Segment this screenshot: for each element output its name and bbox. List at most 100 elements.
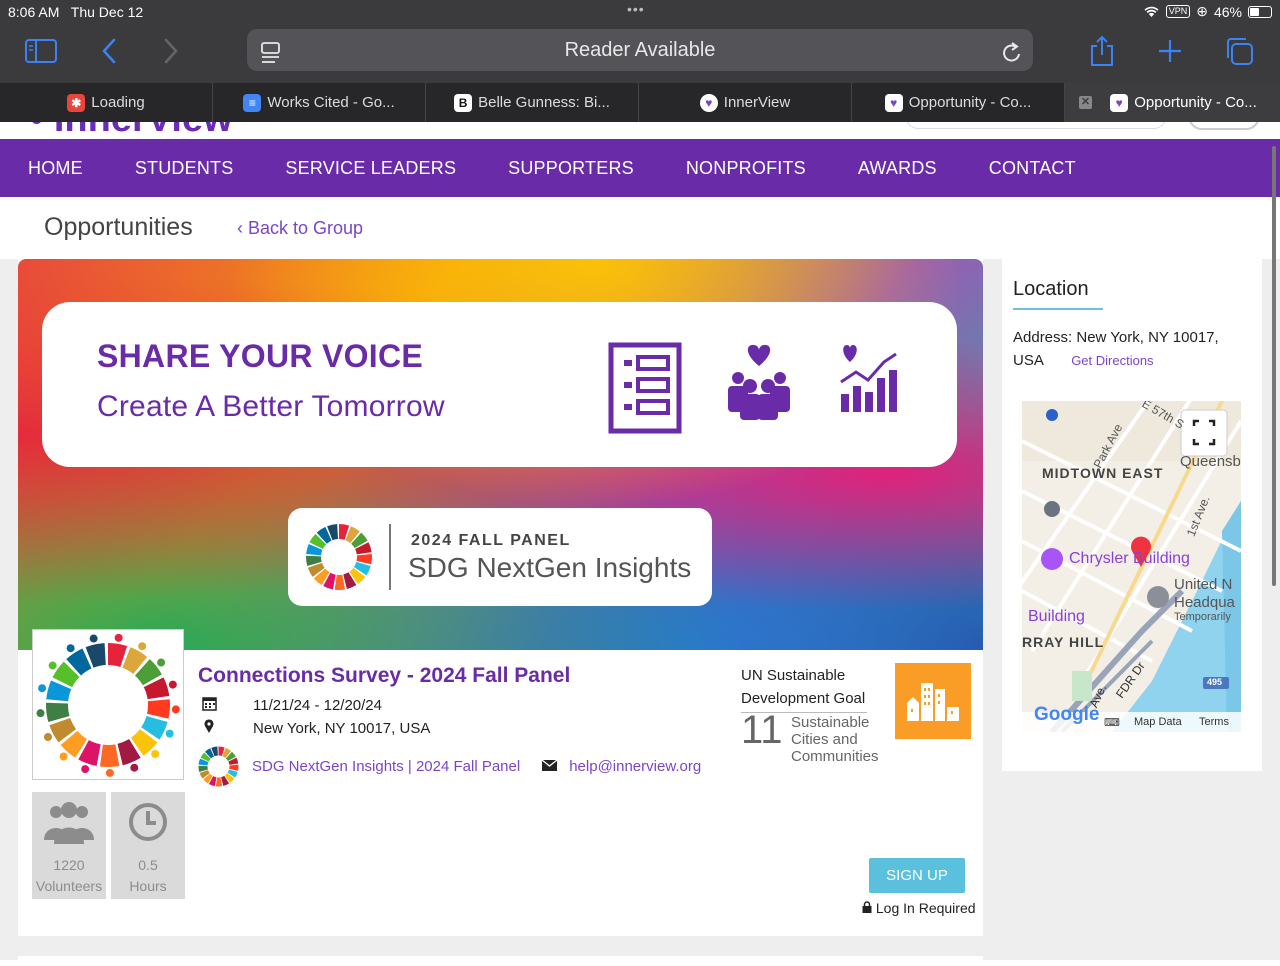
page-title: Opportunities bbox=[44, 213, 193, 241]
innerview-icon: ♥ bbox=[1110, 93, 1129, 112]
sign-up-button[interactable]: SIGN UP bbox=[869, 858, 965, 893]
calendar-icon bbox=[198, 696, 220, 715]
banner-subheadline: Create A Better Tomorrow bbox=[97, 390, 445, 423]
address-bar[interactable]: Reader Available bbox=[247, 29, 1033, 71]
community-heart-icon bbox=[728, 344, 790, 420]
share-icon[interactable] bbox=[1083, 34, 1121, 68]
group-link[interactable]: SDG NextGen Insights | 2024 Fall Panel bbox=[252, 758, 520, 775]
nav-nonprofits[interactable]: NONPROFITS bbox=[686, 158, 806, 179]
map-label: Chrysler Building bbox=[1069, 550, 1190, 567]
innerview-icon: ♥ bbox=[699, 93, 718, 112]
banner-panel-box: 2024 FALL PANEL SDG NextGen Insights bbox=[288, 508, 712, 606]
browser-toolbar: Reader Available bbox=[0, 24, 1280, 83]
pinwheel-icon: ✱ bbox=[67, 93, 86, 112]
tab-overview-icon[interactable] bbox=[1220, 34, 1258, 68]
nav-contact[interactable]: CONTACT bbox=[989, 158, 1076, 179]
tab-label: Works Cited - Go... bbox=[267, 94, 395, 111]
tab-label: Loading bbox=[91, 94, 145, 111]
sdg-wheel-head bbox=[36, 709, 45, 718]
page-scrollbar[interactable] bbox=[1272, 146, 1276, 586]
reader-icon[interactable] bbox=[261, 38, 281, 80]
status-bar: 8:06 AM Thu Dec 12 ••• VPN ⊕ 46% bbox=[0, 0, 1280, 24]
map-label: United N bbox=[1174, 576, 1233, 593]
browser-tab[interactable]: ♥ InnerView bbox=[639, 83, 852, 122]
opportunity-dates: 11/21/24 - 12/20/24 bbox=[198, 696, 382, 715]
innerview-icon: ♥ bbox=[884, 93, 903, 112]
opportunity-location: New York, NY 10017, USA bbox=[198, 719, 430, 737]
docs-icon: ≡ bbox=[243, 93, 262, 112]
location-map[interactable]: Park Ave E 57th S Queensb MIDTOWN EAST 1… bbox=[1022, 401, 1241, 732]
city-buildings-icon bbox=[907, 683, 959, 721]
forward-icon[interactable] bbox=[152, 34, 190, 68]
sdg-name: Sustainable Cities and Communities bbox=[791, 714, 901, 765]
nav-awards[interactable]: AWARDS bbox=[858, 158, 937, 179]
browser-tab-active[interactable]: ✕ ♥ Opportunity - Co... bbox=[1065, 83, 1280, 122]
group-row: SDG NextGen Insights | 2024 Fall Panel h… bbox=[198, 746, 718, 786]
back-icon[interactable] bbox=[90, 34, 128, 68]
sidebar-toggle-icon[interactable] bbox=[22, 34, 60, 68]
new-tab-icon[interactable] bbox=[1151, 34, 1189, 68]
google-logo: Google bbox=[1034, 704, 1100, 725]
volunteers-label: Volunteers bbox=[35, 878, 103, 894]
reload-icon[interactable] bbox=[1001, 38, 1023, 80]
vpn-badge: VPN bbox=[1165, 5, 1191, 18]
people-icon bbox=[44, 802, 94, 844]
sdg-info: UN Sustainable Development Goal 11 Susta… bbox=[741, 664, 891, 765]
nav-service-leaders[interactable]: SERVICE LEADERS bbox=[285, 158, 456, 179]
sdg-wheel-head bbox=[151, 749, 160, 758]
sdg-wheel-segment bbox=[215, 776, 223, 786]
nav-students[interactable]: STUDENTS bbox=[135, 158, 234, 179]
get-directions-link[interactable]: Get Directions bbox=[1071, 353, 1153, 368]
sdg-wheel-head bbox=[59, 752, 68, 761]
map-label: Headqua bbox=[1174, 594, 1235, 611]
sdg-name-line: Cities and bbox=[791, 731, 858, 748]
clock-icon bbox=[129, 803, 167, 841]
header-button[interactable] bbox=[1188, 122, 1260, 130]
browser-tab[interactable]: ✱ Loading bbox=[0, 83, 213, 122]
sdg-wheel-head bbox=[168, 680, 177, 689]
sdg-wheel-head bbox=[66, 644, 75, 653]
sdg-wheel-head bbox=[114, 633, 123, 642]
browser-tab[interactable]: ♥ Opportunity - Co... bbox=[852, 83, 1065, 122]
sdg-wheel-head bbox=[165, 729, 174, 738]
contact-email-link[interactable]: help@innerview.org bbox=[569, 758, 701, 775]
orientation-lock-icon: ⊕ bbox=[1196, 3, 1208, 19]
battery-icon bbox=[1248, 5, 1272, 18]
tab-bar: ✱ Loading ≡ Works Cited - Go... B Belle … bbox=[0, 83, 1280, 122]
battery-percent: 46% bbox=[1213, 3, 1242, 20]
innerview-logo[interactable]: • InnerView bbox=[30, 122, 233, 139]
banner-headline: SHARE YOUR VOICE bbox=[97, 338, 424, 374]
sdg-wheel-segment bbox=[147, 699, 170, 719]
sdg-wheel-segment bbox=[46, 702, 70, 722]
map-terms-link[interactable]: Terms bbox=[1199, 716, 1229, 728]
sdg-number: 11 bbox=[741, 708, 783, 752]
sdg-wheel-head bbox=[89, 634, 98, 643]
multitask-dots-icon[interactable]: ••• bbox=[627, 1, 645, 17]
map-label: Building bbox=[1028, 608, 1085, 625]
browser-tab[interactable]: ≡ Works Cited - Go... bbox=[213, 83, 426, 122]
map-data-link[interactable]: Map Data bbox=[1134, 716, 1182, 728]
browser-tab[interactable]: B Belle Gunness: Bi... bbox=[426, 83, 639, 122]
site-search-input[interactable] bbox=[905, 122, 1167, 129]
back-to-group-link[interactable]: ‹ Back to Group bbox=[237, 218, 363, 239]
page-content: SHARE YOUR VOICE Create A Better Tomorro… bbox=[0, 259, 1280, 966]
hours-stat: 0.5 Hours bbox=[111, 792, 185, 899]
nav-supporters[interactable]: SUPPORTERS bbox=[508, 158, 634, 179]
wifi-icon bbox=[1144, 6, 1159, 18]
sdg-wheel-head bbox=[43, 732, 52, 741]
location-text: New York, NY 10017, USA bbox=[253, 719, 431, 737]
opportunity-title: Connections Survey - 2024 Fall Panel bbox=[198, 664, 571, 687]
sdg-wheel-head bbox=[138, 642, 147, 651]
survey-form-icon bbox=[608, 342, 682, 434]
hours-count: 0.5 bbox=[138, 857, 158, 873]
sdg-name-line: Sustainable bbox=[791, 714, 870, 731]
hours-label: Hours bbox=[129, 878, 167, 894]
sdg-11-tile bbox=[895, 663, 971, 739]
sdg-wheel-head bbox=[48, 661, 57, 670]
lock-icon bbox=[862, 900, 872, 916]
dates-text: 11/21/24 - 12/20/24 bbox=[253, 697, 382, 714]
map-label: Queensb bbox=[1180, 453, 1241, 470]
close-tab-icon[interactable]: ✕ bbox=[1079, 96, 1092, 109]
sdg-wheel-icon bbox=[306, 524, 372, 590]
nav-home[interactable]: HOME bbox=[28, 158, 83, 179]
